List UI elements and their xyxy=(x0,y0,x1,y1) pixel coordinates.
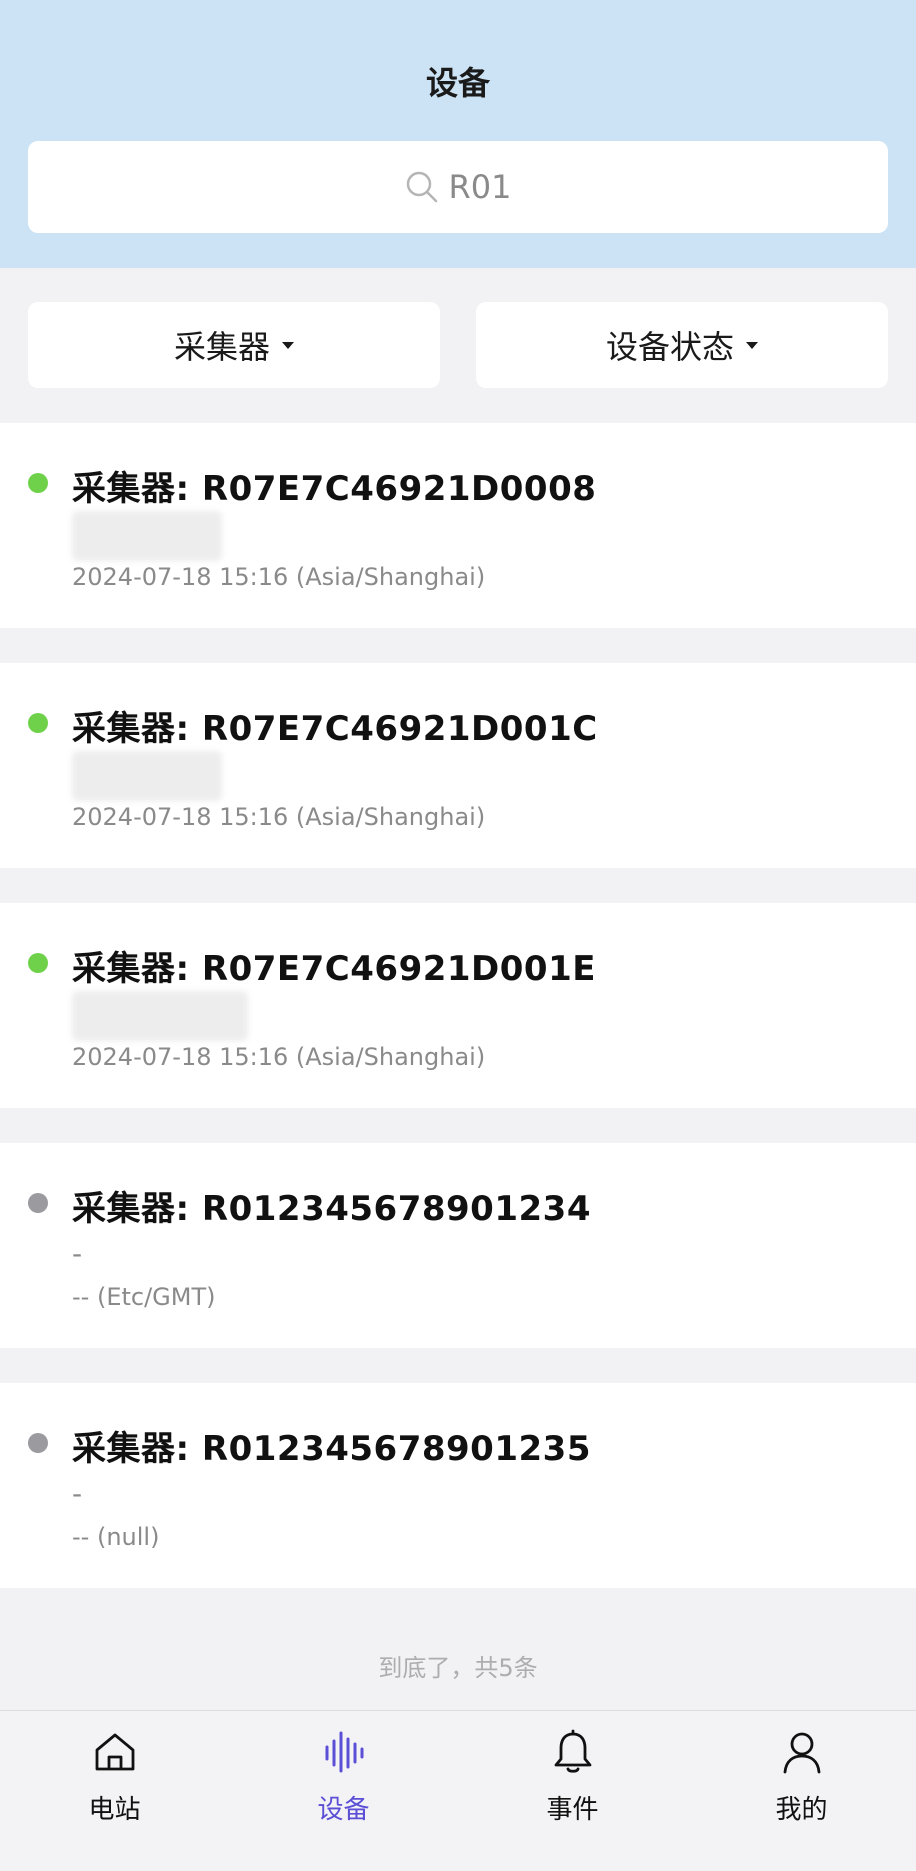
page-title: 设备 xyxy=(425,64,490,102)
bell-icon xyxy=(554,1729,592,1773)
redacted-station-name xyxy=(72,991,248,1041)
filter-collector[interactable]: 采集器 xyxy=(28,302,440,388)
device-time: -- (null) xyxy=(72,1523,160,1551)
search-icon xyxy=(406,171,437,203)
waveform-icon xyxy=(325,1731,364,1773)
tab-device[interactable]: 设备 xyxy=(229,1711,458,1871)
caret-down-icon xyxy=(282,341,294,349)
device-card[interactable]: 采集器: R012345678901234 - -- (Etc/GMT) xyxy=(0,1143,916,1348)
tab-label: 我的 xyxy=(775,1795,828,1825)
device-title: 采集器: R07E7C46921D001C xyxy=(72,709,598,749)
filter-device-status[interactable]: 设备状态 xyxy=(476,302,888,388)
header: 设备 R01 xyxy=(0,0,916,268)
device-title: 采集器: R012345678901235 xyxy=(72,1429,591,1469)
filter-status-label: 设备状态 xyxy=(605,328,734,366)
device-time: 2024-07-18 15:16 (Asia/Shanghai) xyxy=(72,1043,486,1071)
device-time: 2024-07-18 15:16 (Asia/Shanghai) xyxy=(72,563,486,591)
status-dot xyxy=(28,713,48,733)
tab-mine[interactable]: 我的 xyxy=(687,1711,916,1871)
device-time: -- (Etc/GMT) xyxy=(72,1283,216,1311)
device-station: - xyxy=(72,1477,83,1510)
device-card[interactable]: 采集器: R07E7C46921D0008 2024-07-18 15:16 (… xyxy=(0,423,916,628)
device-title: 采集器: R07E7C46921D0008 xyxy=(72,469,597,509)
filter-collector-label: 采集器 xyxy=(173,328,270,366)
bottom-tab-bar: 电站 设备 事件 我的 xyxy=(0,1710,916,1871)
status-dot xyxy=(28,1193,48,1213)
list-end-text: 到底了，共5条 xyxy=(378,1654,538,1682)
status-dot xyxy=(28,953,48,973)
home-icon xyxy=(95,1733,135,1771)
tab-label: 电站 xyxy=(88,1795,141,1825)
status-dot xyxy=(28,473,48,493)
search-input[interactable]: R01 xyxy=(28,141,888,233)
status-dot xyxy=(28,1433,48,1453)
device-title: 采集器: R07E7C46921D001E xyxy=(72,949,596,989)
device-card[interactable]: 采集器: R07E7C46921D001C 2024-07-18 15:16 (… xyxy=(0,663,916,868)
device-card[interactable]: 采集器: R07E7C46921D001E 2024-07-18 15:16 (… xyxy=(0,903,916,1108)
device-station: - xyxy=(72,1237,83,1270)
device-card[interactable]: 采集器: R012345678901235 - -- (null) xyxy=(0,1383,916,1588)
redacted-station-name xyxy=(72,511,222,561)
person-icon xyxy=(783,1732,821,1774)
device-time: 2024-07-18 15:16 (Asia/Shanghai) xyxy=(72,803,486,831)
tab-label: 设备 xyxy=(317,1795,370,1825)
device-title: 采集器: R012345678901234 xyxy=(72,1189,591,1229)
redacted-station-name xyxy=(72,751,222,801)
tab-station[interactable]: 电站 xyxy=(0,1711,229,1871)
search-value: R01 xyxy=(448,168,512,206)
tab-events[interactable]: 事件 xyxy=(458,1711,687,1871)
tab-label: 事件 xyxy=(546,1795,599,1825)
caret-down-icon xyxy=(746,341,758,349)
